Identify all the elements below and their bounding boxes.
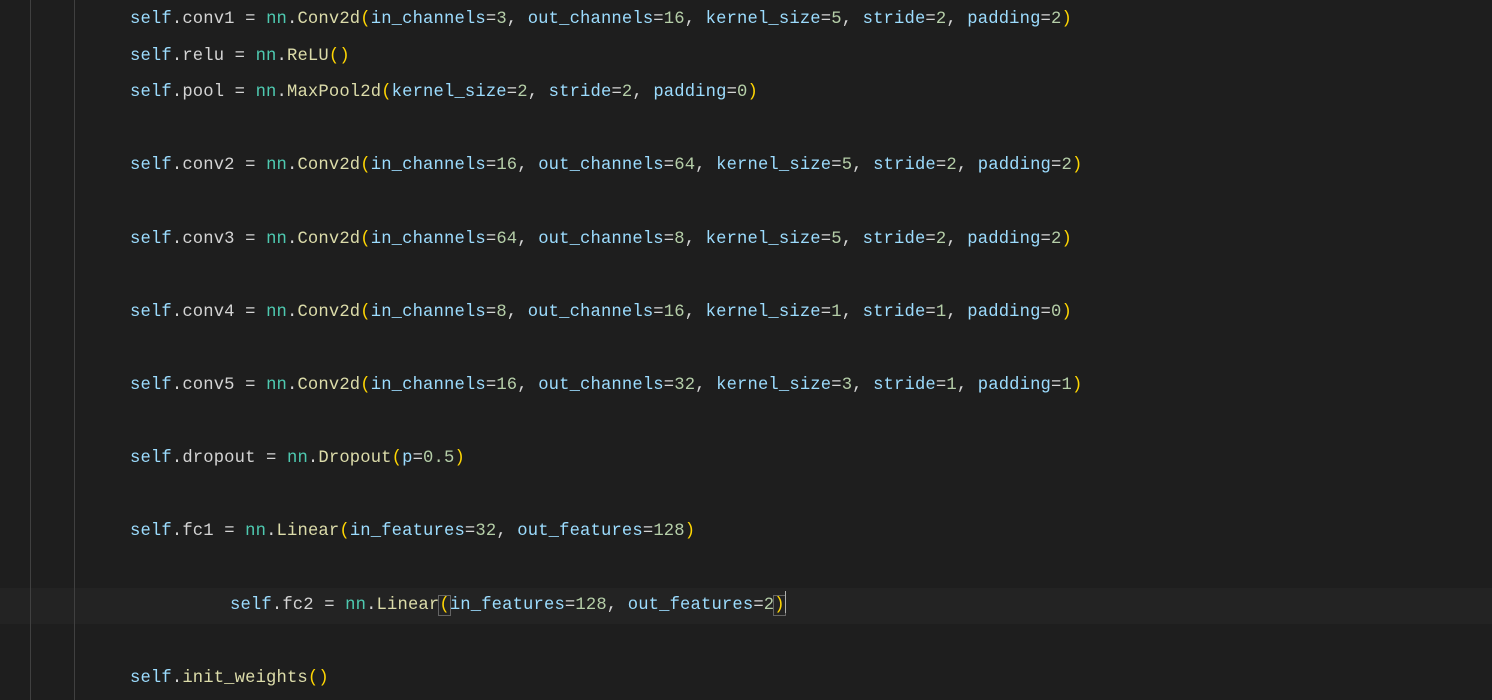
blank-line[interactable]	[130, 112, 1492, 149]
code-line[interactable]: self.conv2 = nn.Conv2d(in_channels=16, o…	[130, 148, 1492, 185]
token-self: self	[130, 10, 172, 29]
code-block: self.conv1 = nn.Conv2d(in_channels=3, ou…	[30, 2, 1492, 697]
token-paren: (	[360, 10, 370, 29]
token-call: Conv2d	[297, 10, 360, 29]
code-line[interactable]: self.conv1 = nn.Conv2d(in_channels=3, ou…	[130, 2, 1492, 39]
code-line[interactable]: self.relu = nn.ReLU()	[130, 39, 1492, 76]
indent-guide	[74, 0, 75, 700]
blank-line[interactable]	[130, 551, 1492, 588]
indent-guide	[30, 0, 31, 700]
code-line[interactable]: self.conv3 = nn.Conv2d(in_channels=64, o…	[130, 222, 1492, 259]
blank-line[interactable]	[130, 331, 1492, 368]
token-kwarg: in_channels	[371, 10, 486, 29]
blank-line[interactable]	[130, 624, 1492, 661]
code-line-active[interactable]: self.fc2 = nn.Linear(in_features=128, ou…	[0, 588, 1492, 625]
code-line[interactable]: self.init_weights()	[130, 661, 1492, 698]
code-line[interactable]: self.conv4 = nn.Conv2d(in_channels=8, ou…	[130, 295, 1492, 332]
code-editor[interactable]: self.conv1 = nn.Conv2d(in_channels=3, ou…	[0, 0, 1492, 700]
text-cursor	[785, 591, 786, 613]
code-line[interactable]: self.dropout = nn.Dropout(p=0.5)	[130, 441, 1492, 478]
blank-line[interactable]	[130, 478, 1492, 515]
blank-line[interactable]	[130, 258, 1492, 295]
token-attr: conv1	[182, 10, 234, 29]
token-eq: =	[235, 10, 266, 29]
blank-line[interactable]	[130, 405, 1492, 442]
token-module: nn	[266, 10, 287, 29]
code-line[interactable]: self.fc1 = nn.Linear(in_features=32, out…	[130, 514, 1492, 551]
blank-line[interactable]	[130, 185, 1492, 222]
code-line[interactable]: self.conv5 = nn.Conv2d(in_channels=16, o…	[130, 368, 1492, 405]
token-dot: .	[172, 10, 182, 29]
token-number: 3	[496, 10, 506, 29]
code-line[interactable]: self.pool = nn.MaxPool2d(kernel_size=2, …	[130, 75, 1492, 112]
